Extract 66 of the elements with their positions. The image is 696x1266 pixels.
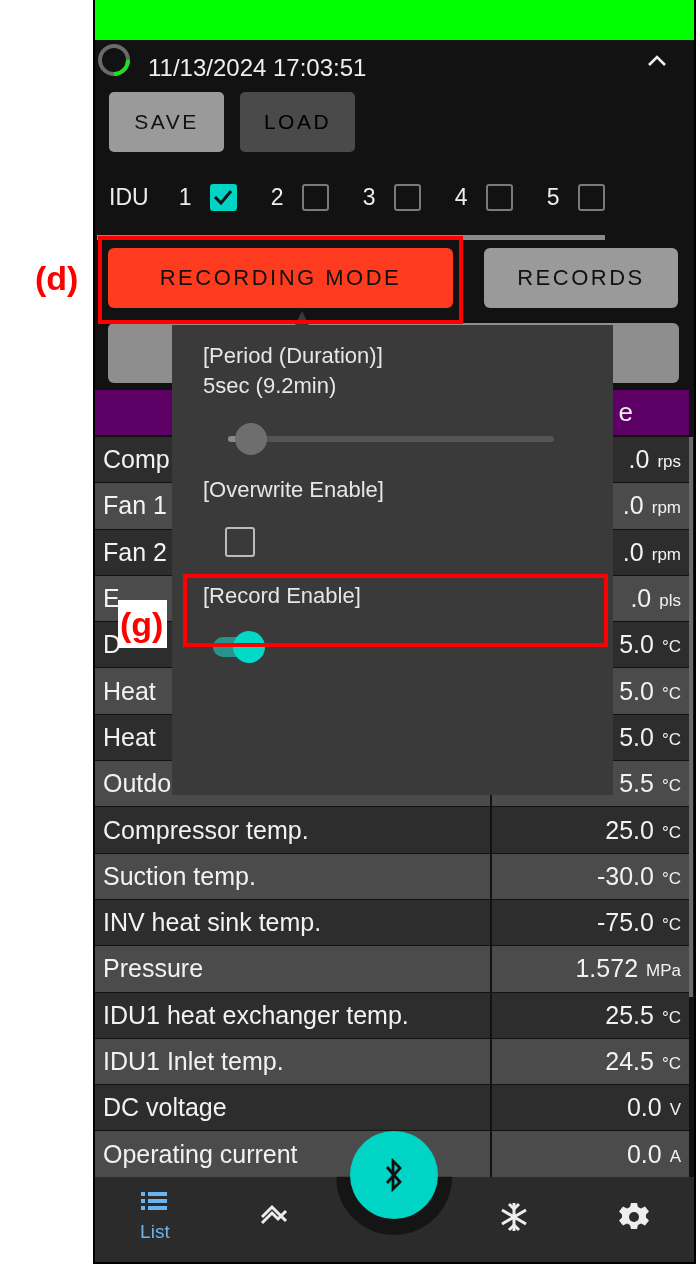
- unit-text: °C: [661, 683, 681, 704]
- unit-text: rps: [657, 452, 681, 473]
- callout-label: (g): [118, 600, 168, 648]
- unit-text: °C: [661, 915, 681, 936]
- unit-text: °C: [661, 1007, 681, 1028]
- idu-checkbox[interactable]: [301, 183, 329, 211]
- idu-checkbox[interactable]: [577, 183, 605, 211]
- table-cell: Pressure: [95, 946, 490, 992]
- idu-label: IDU: [109, 183, 149, 211]
- value-text: 1.572: [575, 954, 639, 984]
- value-text: 0.0: [626, 1093, 662, 1123]
- option-label: [Period (Duration)]: [203, 342, 384, 370]
- table-cell: IDU1 heat exchanger temp.: [95, 992, 490, 1038]
- option-label: [Record Enable]: [203, 582, 362, 610]
- value-text: 5.5: [619, 769, 654, 799]
- unit-text: °C: [661, 822, 681, 843]
- value-text: .0: [628, 445, 650, 475]
- idu-checkbox[interactable]: [393, 183, 421, 211]
- unit-text: °C: [661, 776, 681, 797]
- header-text: e: [618, 397, 633, 428]
- value-text: 25.0: [605, 815, 654, 845]
- table-cell: Compressor temp.: [95, 807, 490, 853]
- loading-ring-icon: [97, 43, 131, 77]
- idu-checkbox[interactable]: [209, 183, 237, 211]
- nav-tab[interactable]: List: [134, 1176, 175, 1249]
- timestamp: 11/13/2024 17:03:51: [148, 54, 367, 82]
- table-cell: Suction temp.: [95, 853, 490, 899]
- value-text: .0: [622, 491, 644, 521]
- unit-text: °C: [661, 729, 681, 750]
- value-text: .0: [622, 537, 644, 567]
- unit-text: °C: [661, 868, 681, 889]
- unit-text: °C: [661, 1054, 681, 1074]
- mode-button[interactable]: RECORDING MODE: [108, 248, 453, 308]
- value-text: 5.0: [619, 722, 654, 752]
- idu-number: 4: [454, 183, 469, 211]
- unit-text: °C: [661, 637, 681, 658]
- record-toggle[interactable]: [213, 631, 265, 663]
- overwrite-checkbox[interactable]: [225, 527, 255, 557]
- unit-text: rpm: [651, 498, 681, 519]
- idu-checkbox[interactable]: [485, 183, 513, 211]
- value-text: .0: [630, 584, 652, 614]
- idu-number: 2: [270, 183, 285, 211]
- value-text: 25.5: [605, 1000, 654, 1030]
- value-text: 5.0: [619, 676, 654, 706]
- unit-text: V: [669, 1100, 681, 1121]
- value-text: -75.0: [596, 908, 654, 938]
- period-slider[interactable]: [228, 423, 554, 455]
- unit-text: rpm: [651, 544, 681, 565]
- mode-button[interactable]: RECORDS: [484, 248, 678, 308]
- value-text: 5.0: [619, 630, 654, 660]
- option-value: 5sec (9.2min): [203, 372, 338, 400]
- idu-number: 1: [178, 183, 193, 211]
- unit-text: MPa: [646, 961, 681, 982]
- idu-number: 5: [546, 183, 561, 211]
- callout-label: (d): [35, 258, 79, 299]
- value-text: -30.0: [596, 861, 654, 891]
- unit-text: A: [669, 1146, 681, 1167]
- file-button[interactable]: SAVE: [109, 92, 224, 152]
- value-text: 0.0: [626, 1139, 662, 1169]
- table-cell: INV heat sink temp.: [95, 899, 490, 946]
- table-cell: DC voltage: [95, 1085, 490, 1131]
- unit-text: pls: [659, 591, 681, 612]
- value-text: 24.5: [605, 1047, 654, 1076]
- chevron-up-icon[interactable]: [646, 53, 668, 67]
- idu-number: 3: [362, 183, 377, 211]
- table-cell: IDU1 Inlet temp.: [95, 1038, 490, 1085]
